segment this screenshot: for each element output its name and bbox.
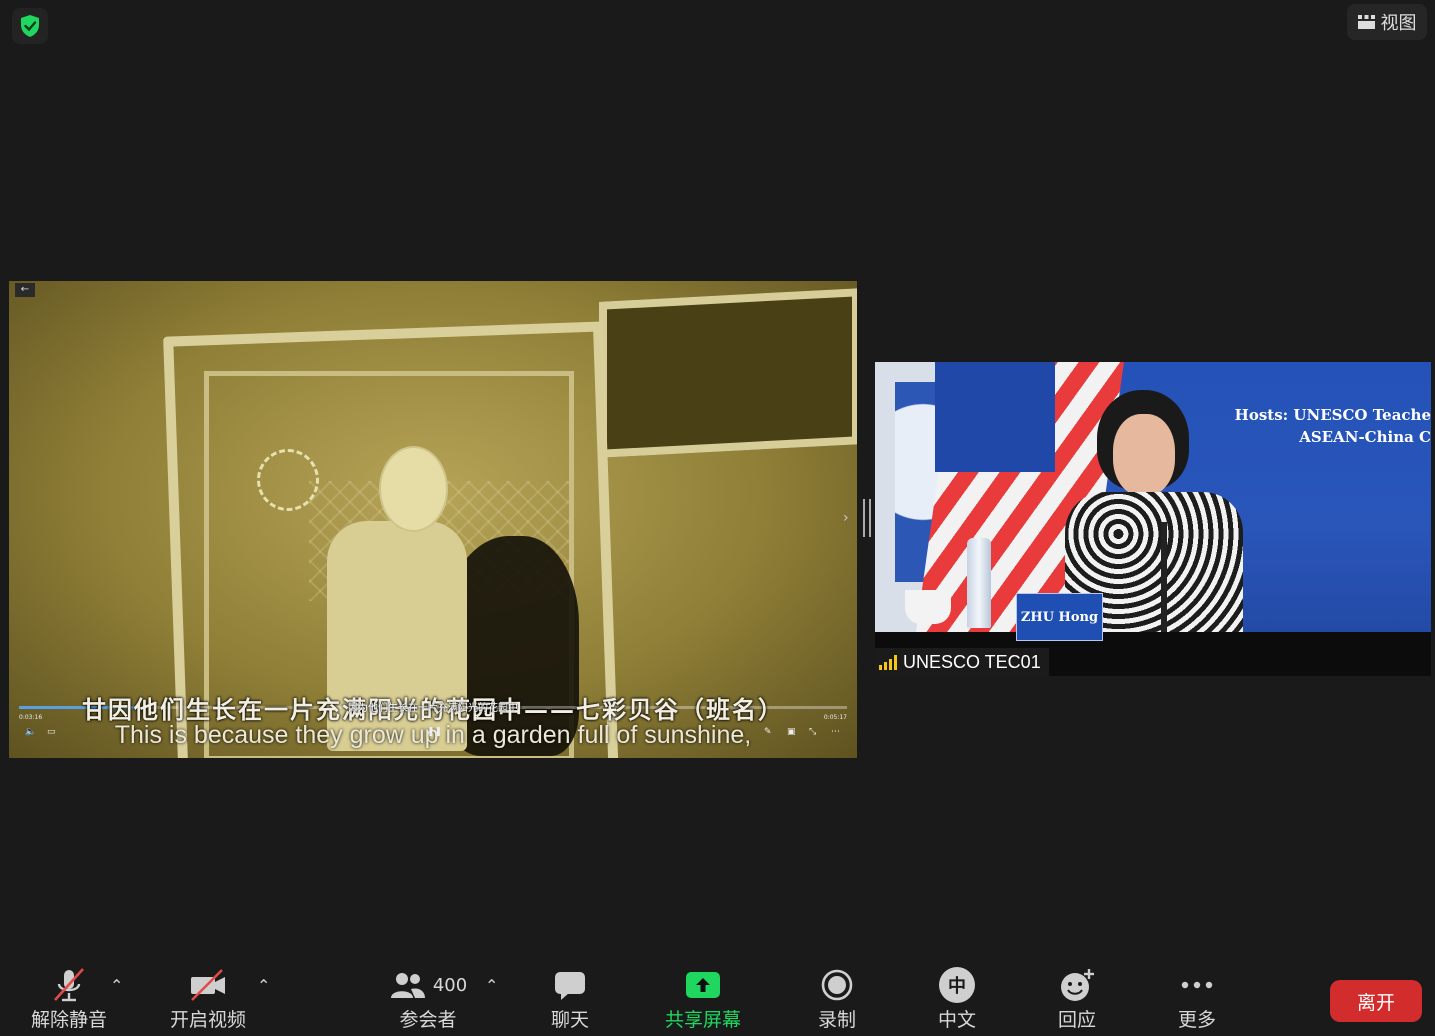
- screen-icon[interactable]: ▣: [787, 727, 796, 737]
- grid-view-icon: [1357, 15, 1375, 29]
- more-label: 更多: [1177, 1009, 1216, 1031]
- sand-art-figure-head: [379, 446, 448, 532]
- shield-check-icon: [21, 15, 39, 37]
- shrink-icon[interactable]: ⤡: [809, 727, 816, 737]
- chevron-up-icon[interactable]: ⌃: [257, 976, 270, 995]
- chinese-small-caption: 因为他们生长在一片充满阳光的花园中: [348, 703, 518, 714]
- flower-icon: [257, 449, 319, 511]
- participants-count: 400: [432, 974, 468, 996]
- chevron-up-icon[interactable]: ⌃: [110, 976, 123, 995]
- share-screen-icon: [684, 962, 722, 1008]
- more-button[interactable]: 更多: [1175, 962, 1219, 1036]
- security-shield-button[interactable]: [12, 8, 48, 44]
- participants-icon: [390, 973, 425, 998]
- speaker-nameplate: ZHU Hong: [1016, 593, 1103, 641]
- smiley-plus-icon: [1058, 962, 1096, 1008]
- view-button[interactable]: 视图: [1347, 4, 1427, 40]
- participants-button[interactable]: 400 参会者: [380, 962, 476, 1036]
- water-bottle: [967, 538, 991, 628]
- more-dots-icon: [1180, 962, 1214, 1008]
- chat-label: 聊天: [550, 1009, 589, 1031]
- chat-button[interactable]: 聊天: [546, 962, 594, 1036]
- hosts-line-1: Hosts: UNESCO Teache: [1234, 406, 1431, 424]
- record-icon: [820, 962, 854, 1008]
- language-icon: 中: [939, 962, 975, 1008]
- language-label: 中文: [937, 1009, 976, 1031]
- record-label: 录制: [817, 1009, 856, 1031]
- chevron-right-icon[interactable]: ›: [843, 510, 849, 526]
- start-video-label: 开启视频: [169, 1009, 246, 1031]
- resize-handle[interactable]: [863, 499, 871, 537]
- start-video-button[interactable]: 开启视频: [167, 962, 249, 1036]
- share-screen-label: 共享屏幕: [664, 1009, 741, 1031]
- language-button[interactable]: 中 中文: [935, 962, 979, 1036]
- speaker-face: [1113, 414, 1175, 496]
- pause-icon[interactable]: ❚❚: [427, 727, 442, 737]
- microphone-muted-icon: [49, 962, 89, 1008]
- unmute-button[interactable]: 解除静音: [28, 962, 110, 1036]
- shared-screen[interactable]: ← 0:03:16 0:05:17 甘因他们生长在一片充满阳光的花园中——七彩贝…: [9, 281, 857, 758]
- teacup: [905, 590, 951, 624]
- participant-name: UNESCO TEC01: [903, 651, 1041, 672]
- hosts-line-2: ASEAN-China C: [1299, 428, 1431, 446]
- leave-button[interactable]: 离开: [1330, 980, 1422, 1022]
- caption-icon[interactable]: ▭: [47, 727, 56, 737]
- view-label: 视图: [1380, 13, 1417, 34]
- participants-label: 参会者: [399, 1009, 457, 1031]
- chat-bubble-icon: [553, 962, 587, 1008]
- microphone-stand: [1161, 522, 1167, 632]
- hosts-banner: Hosts: UNESCO Teache ASEAN-China C: [1231, 404, 1431, 448]
- share-screen-button[interactable]: 共享屏幕: [662, 962, 744, 1036]
- volume-icon[interactable]: 🔈: [25, 727, 36, 737]
- participant-name-bar: UNESCO TEC01: [875, 648, 1049, 676]
- reactions-button[interactable]: 回应: [1055, 962, 1099, 1036]
- participant-video-tile[interactable]: Hosts: UNESCO Teache ASEAN-China C ZHU H…: [875, 362, 1431, 676]
- pen-icon[interactable]: ✎: [764, 727, 772, 737]
- flag-canton: [935, 362, 1055, 472]
- language-icon-glyph: 中: [939, 967, 975, 1003]
- back-arrow-icon[interactable]: ←: [15, 283, 35, 297]
- reactions-label: 回应: [1057, 1009, 1096, 1031]
- sand-art-window: [599, 288, 857, 458]
- video-off-icon: [188, 962, 228, 1008]
- meeting-toolbar: 解除静音 ⌃ 开启视频 ⌃ 400 参会者 ⌃ 聊天 共享屏幕 录制 中 中文 …: [0, 962, 1435, 1036]
- unmute-label: 解除静音: [30, 1009, 107, 1031]
- signal-strength-icon: [879, 654, 897, 670]
- chevron-up-icon[interactable]: ⌃: [485, 976, 498, 995]
- record-button[interactable]: 录制: [815, 962, 859, 1036]
- more-dots-icon[interactable]: ⋯: [831, 727, 840, 737]
- participants-icon-row: 400: [389, 962, 467, 1008]
